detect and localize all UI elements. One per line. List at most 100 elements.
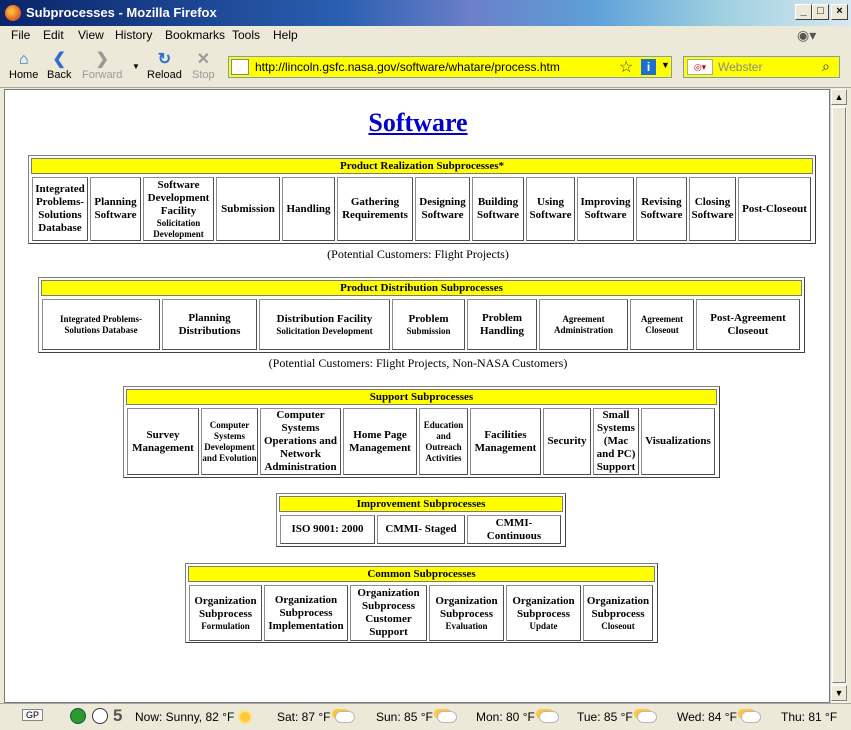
support-cell-label: Survey Management — [132, 428, 194, 454]
vertical-scrollbar[interactable]: ▲ ▼ — [830, 89, 847, 703]
forward-arrow-icon: ❯ — [95, 51, 109, 68]
info-icon[interactable]: i — [641, 59, 656, 75]
status-green-icon[interactable] — [70, 708, 86, 724]
distribution-cell-label: Post-Agreement Closeout — [710, 311, 786, 337]
weather-item[interactable]: Mon: 80 °F — [476, 710, 559, 724]
distribution-cell: Problem Submission — [392, 299, 465, 350]
distribution-cell-sublabel: Submission — [406, 325, 451, 336]
support-cell-label: Facilities Management — [474, 428, 537, 454]
realization-cell: Gathering Requirements — [337, 177, 413, 241]
activity-throbber-icon: ◉▾ — [797, 27, 817, 43]
clock-icon[interactable] — [92, 708, 108, 724]
common-cell: Organization Subprocess Implementation — [264, 585, 348, 641]
search-box[interactable]: ◎▾ Webster ⌕ — [683, 56, 840, 78]
menu-history[interactable]: History — [115, 28, 152, 42]
weather-item[interactable]: Tue: 85 °F — [577, 710, 657, 724]
common-cell: Organization Subprocess Customer Support — [350, 585, 427, 641]
back-arrow-icon: ❮ — [52, 51, 66, 68]
home-button[interactable]: ⌂ Home — [9, 51, 38, 81]
realization-cell: Handling — [282, 177, 335, 241]
partly-cloudy-icon — [538, 711, 559, 723]
menu-bar: File Edit View History Bookmarks Tools H… — [0, 26, 851, 46]
partly-cloudy-icon — [636, 711, 657, 723]
distribution-cell: Integrated Problems-Solutions Database — [42, 299, 160, 350]
menu-view[interactable]: View — [78, 28, 104, 42]
search-icon[interactable]: ⌕ — [822, 58, 830, 75]
common-table: Common Subprocesses Organization Subproc… — [185, 563, 658, 643]
forward-button[interactable]: ❯ Forward — [82, 51, 122, 81]
distribution-cell-label: Problem Handling — [479, 311, 525, 337]
partly-cloudy-icon — [334, 711, 355, 723]
improvement-cell: CMMI- Continuous — [467, 515, 561, 544]
common-cell-label: Organization Subprocess Customer Support — [357, 587, 420, 638]
weather-label: Tue: 85 °F — [577, 710, 633, 724]
distribution-caption: (Potential Customers: Flight Projects, N… — [268, 356, 568, 370]
close-button[interactable]: × — [831, 4, 848, 20]
realization-cell: Submission — [216, 177, 280, 241]
software-link[interactable]: Software — [368, 108, 467, 137]
weather-item[interactable]: Wed: 84 °F — [677, 710, 761, 724]
support-cell-label: Security — [547, 435, 587, 447]
distribution-cell-sublabel: Agreement Administration — [553, 313, 613, 335]
improvement-cell-label: ISO 9001: 2000 — [291, 523, 364, 535]
menu-tools[interactable]: Tools — [232, 28, 260, 42]
common-cell-sublabel: Evaluation — [445, 620, 488, 631]
distribution-cell-label: Distribution Facility — [276, 312, 373, 325]
common-cell-sublabel: Formulation — [201, 620, 250, 631]
support-header: Support Subprocesses — [126, 389, 717, 405]
url-dropdown-icon[interactable]: ▼ — [661, 60, 670, 70]
back-button[interactable]: ❮ Back — [47, 51, 71, 81]
history-dropdown-icon[interactable]: ▼ — [132, 62, 140, 71]
address-bar[interactable]: http://lincoln.gsfc.nasa.gov/software/wh… — [228, 56, 672, 78]
menu-file[interactable]: File — [11, 28, 30, 42]
stop-button[interactable]: ✕ Stop — [192, 51, 215, 81]
common-cell: Organization Subprocess Formulation — [189, 585, 262, 641]
common-cell-label: Organization Subprocess — [586, 594, 650, 620]
weather-label: Thu: 81 °F — [781, 710, 838, 724]
menu-help[interactable]: Help — [273, 28, 298, 42]
scroll-thumb[interactable] — [832, 107, 846, 683]
reload-button[interactable]: ↻ Reload — [147, 51, 182, 81]
realization-cell: Planning Software — [90, 177, 141, 241]
search-engine-icon[interactable]: ◎▾ — [687, 59, 713, 75]
menu-edit[interactable]: Edit — [43, 28, 64, 42]
support-cell-label: Home Page Management — [349, 428, 411, 454]
scroll-up-button[interactable]: ▲ — [831, 89, 847, 105]
support-cell-label: Small Systems (Mac and PC) Support — [596, 409, 636, 473]
firefox-logo-icon — [5, 5, 21, 21]
weather-item[interactable]: Thu: 81 °F — [781, 710, 837, 724]
improvement-cell-label: CMMI- Staged — [385, 523, 457, 535]
minimize-button[interactable]: _ — [795, 4, 812, 20]
url-text[interactable]: http://lincoln.gsfc.nasa.gov/software/wh… — [255, 60, 560, 74]
gp-badge[interactable]: GP — [22, 709, 44, 721]
navigation-toolbar: ⌂ Home ❮ Back ❯ Forward ▼ ↻ Reload ✕ Sto… — [0, 46, 851, 88]
page-icon — [231, 59, 249, 75]
realization-cell-label: Improving Software — [580, 196, 631, 221]
weather-item[interactable]: Sat: 87 °F — [277, 710, 355, 724]
distribution-cell-sublabel: Agreement Closeout — [640, 313, 684, 335]
support-cell-label: Visualizations — [645, 435, 711, 447]
realization-cell: Building Software — [472, 177, 524, 241]
realization-cell: Designing Software — [415, 177, 470, 241]
stop-icon: ✕ — [196, 51, 211, 68]
menu-bookmarks[interactable]: Bookmarks — [165, 28, 225, 42]
common-cell: Organization Subprocess Update — [506, 585, 581, 641]
scroll-down-button[interactable]: ▼ — [831, 685, 847, 701]
support-table: Support Subprocesses Survey Management Co… — [123, 386, 720, 478]
improvement-header: Improvement Subprocesses — [279, 496, 563, 512]
realization-cell-label: Planning Software — [94, 196, 137, 221]
status-bar: GP 5 Now: Sunny, 82 °F Sat: 87 °F Sun: 85 … — [0, 703, 851, 730]
common-cell-sublabel: Update — [529, 620, 558, 631]
realization-cell-label: Submission — [221, 202, 275, 215]
maximize-button[interactable]: □ — [812, 4, 829, 20]
home-label: Home — [9, 69, 39, 81]
distribution-table: Product Distribution Subprocesses Integr… — [38, 277, 805, 353]
weather-item[interactable]: Now: Sunny, 82 °F — [135, 710, 253, 724]
improvement-cell-label: CMMI- Continuous — [486, 516, 542, 542]
support-cell: Security — [543, 408, 591, 475]
improvement-table: Improvement Subprocesses ISO 9001: 2000 C… — [276, 493, 566, 547]
weather-item[interactable]: Sun: 85 °F — [376, 710, 457, 724]
realization-cell-label: Closing Software — [691, 196, 734, 221]
bookmark-star-icon[interactable]: ☆ — [619, 57, 633, 77]
partly-cloudy-icon — [740, 711, 761, 723]
